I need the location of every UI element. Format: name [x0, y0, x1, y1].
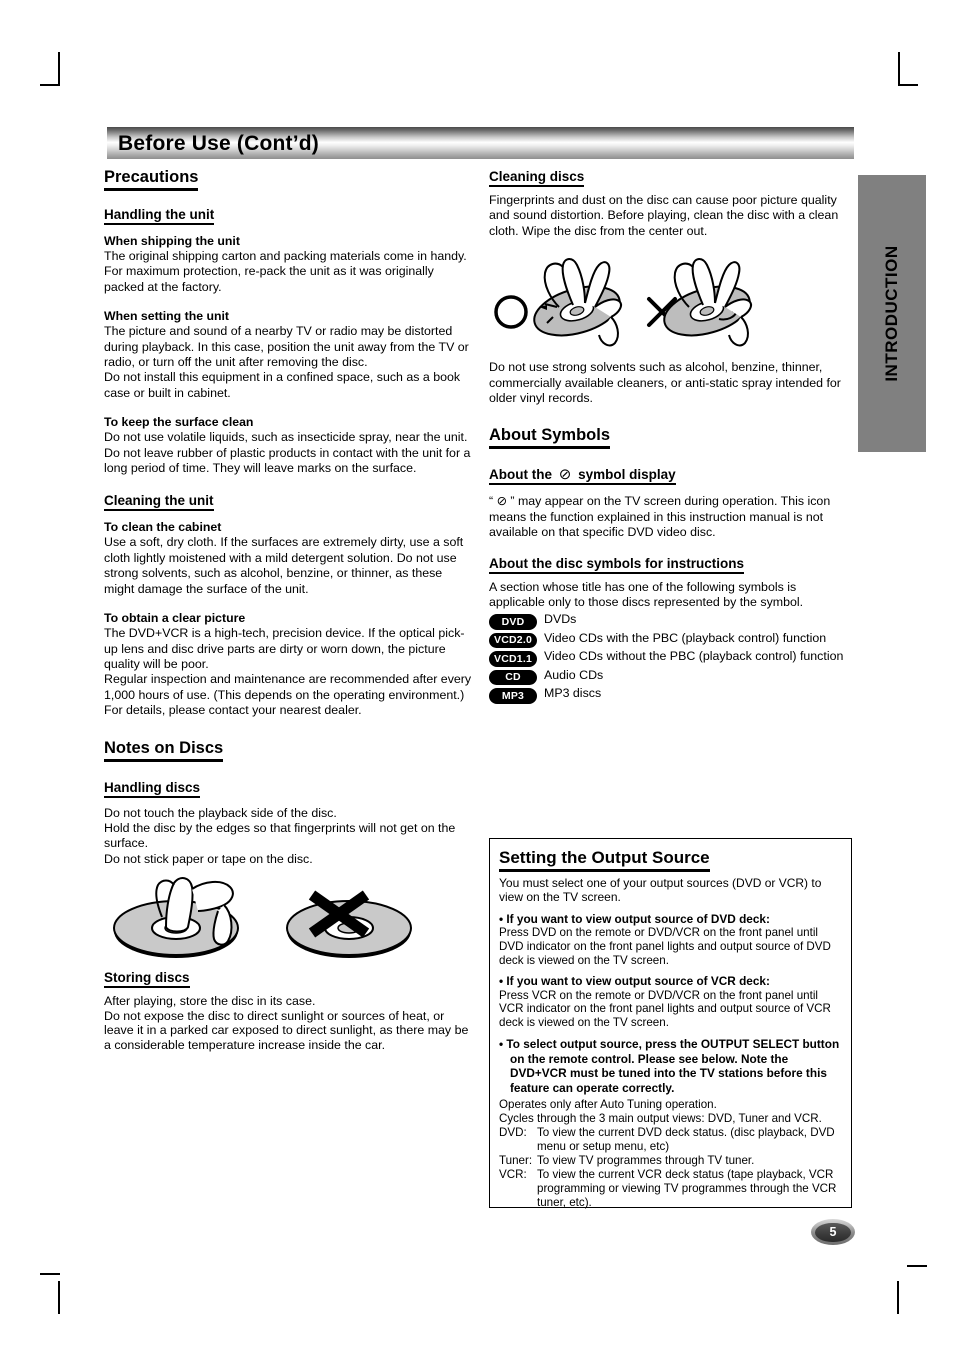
- badge-vcd11-icon: VCD1.1: [489, 651, 537, 667]
- illustration-cleaning-discs: [489, 257, 854, 352]
- disc-symbol-text: MP3 discs: [544, 686, 602, 701]
- heading-cleaning-discs: Cleaning discs: [489, 169, 585, 187]
- text-dvd-deck: Press DVD on the remote or DVD/VCR on th…: [499, 926, 831, 967]
- list-item: MP3 MP3 discs: [489, 686, 854, 704]
- heading-precautions: Precautions: [104, 168, 199, 191]
- list-item: DVD DVDs: [489, 612, 854, 630]
- bullet-vcr-deck-title: • If you want to view output source of V…: [499, 974, 770, 989]
- subsection-storing-discs: Storing discs: [104, 969, 474, 989]
- badge-vcd20-icon: VCD2.0: [489, 632, 537, 649]
- handling-discs-graphic: [113, 877, 412, 959]
- subsection-symbol-display: About the ⊘ symbol display: [489, 466, 854, 486]
- label-when-shipping-the-unit: When shipping the unit: [104, 234, 240, 248]
- text-symbol-display: “ ⊘ ” may appear on the TV screen during…: [489, 494, 831, 540]
- definition-dvd: DVD: To view the current DVD deck status…: [499, 1126, 842, 1154]
- output-source-box: Setting the Output Source You must selec…: [489, 838, 852, 1210]
- crop-mark-bottom-left-vertical: [58, 1281, 60, 1314]
- page-number-value: 5: [815, 1222, 851, 1242]
- label-to-clean-the-cabinet: To clean the cabinet: [104, 520, 222, 535]
- subsection-cleaning-discs: Cleaning discs: [489, 168, 854, 187]
- list-item: VCD1.1 Video CDs without the PBC (playba…: [489, 649, 854, 667]
- text-to-keep-the-surface-clean: Do not use volatile liquids, such as ins…: [104, 430, 471, 476]
- definition-value: To view the current DVD deck status. (di…: [537, 1125, 835, 1153]
- crop-mark-top-left-horizontal: [40, 84, 60, 86]
- definition-value: To view TV programmes through TV tuner.: [537, 1153, 755, 1167]
- heading-handling-discs: Handling discs: [104, 780, 201, 798]
- text-when-setting-the-unit-2: Do not install this equipment in a confi…: [104, 370, 461, 400]
- definition-tuner: Tuner: To view TV programmes through TV …: [499, 1154, 842, 1168]
- illustration-handling-discs: [104, 873, 474, 965]
- text-vcr-deck: Press VCR on the remote or DVD/VCR on th…: [499, 988, 831, 1030]
- crop-mark-top-right-horizontal: [898, 84, 918, 86]
- disc-symbol-text: Video CDs with the PBC (playback control…: [544, 630, 827, 645]
- disc-symbol-list: DVD DVDs VCD2.0 Video CDs with the PBC (…: [489, 612, 854, 704]
- text-to-obtain-a-clear-picture-2: Regular inspection and maintenance are r…: [104, 672, 472, 702]
- subsection-handling-the-unit: Handling the unit: [104, 206, 474, 225]
- text-cleaning-discs-2: Do not use strong solvents such as alcoh…: [489, 360, 841, 406]
- definition-key: VCR:: [499, 1167, 527, 1181]
- badge-cd-icon: CD: [489, 669, 537, 686]
- heading-notes-on-discs: Notes on Discs: [104, 739, 224, 762]
- label-to-keep-the-surface-clean: To keep the surface clean: [104, 415, 254, 430]
- section-about-symbols: About Symbols: [489, 426, 854, 452]
- section-precautions: Precautions: [104, 168, 474, 194]
- left-column: Precautions Handling the unit When shipp…: [104, 168, 474, 1053]
- text-cleaning-discs: Fingerprints and dust on the disc can ca…: [489, 193, 839, 238]
- subsection-handling-discs: Handling discs: [104, 779, 474, 798]
- text-handling-discs: Do not touch the playback side of the di…: [104, 805, 456, 866]
- subsection-cleaning-the-unit: Cleaning the unit: [104, 492, 474, 512]
- disc-symbol-text: Audio CDs: [544, 667, 604, 682]
- crop-mark-bottom-left-horizontal: [40, 1273, 60, 1275]
- text-storing-discs: After playing, store the disc in its cas…: [104, 994, 469, 1052]
- manual-page: Before Use (Cont’d) INTRODUCTION Precaut…: [0, 0, 954, 1351]
- section-tab-label: INTRODUCTION: [882, 245, 901, 382]
- heading-symbol-display: About the ⊘ symbol display: [489, 466, 676, 486]
- crop-mark-bottom-right-vertical: [897, 1281, 899, 1314]
- disc-symbol-text: DVDs: [544, 612, 577, 627]
- bullet-output-select-title: • To select output source, press the OUT…: [499, 1037, 840, 1095]
- crop-mark-bottom-right-horizontal: [907, 1265, 927, 1267]
- prohibition-icon: ⊘: [558, 466, 572, 484]
- heading-setting-output-source: Setting the Output Source: [499, 847, 710, 872]
- page-title: Before Use (Cont’d): [118, 132, 319, 155]
- heading-about-symbols: About Symbols: [489, 426, 611, 450]
- definition-key: Tuner:: [499, 1153, 533, 1167]
- crop-mark-top-left-vertical: [58, 52, 60, 85]
- page-number-badge: 5: [811, 1219, 855, 1245]
- text-to-obtain-a-clear-picture-3: For details, please contact your nearest…: [104, 703, 362, 718]
- text-disc-symbols-intro: A section whose title has one of the fol…: [489, 579, 804, 610]
- cleaning-discs-graphic: [494, 258, 752, 347]
- heading-storing-discs: Storing discs: [104, 970, 190, 989]
- text-to-clean-the-cabinet: Use a soft, dry cloth. If the surfaces a…: [104, 535, 464, 596]
- badge-mp3-icon: MP3: [489, 688, 537, 704]
- crop-mark-top-right-vertical: [898, 52, 900, 85]
- text-when-setting-the-unit: The picture and sound of a nearby TV or …: [104, 324, 469, 370]
- heading-handling-the-unit: Handling the unit: [104, 207, 215, 225]
- label-to-obtain-a-clear-picture: To obtain a clear picture: [104, 611, 246, 626]
- badge-dvd-icon: DVD: [489, 614, 537, 630]
- label-when-setting-the-unit: When setting the unit: [104, 309, 230, 324]
- list-item: CD Audio CDs: [489, 668, 854, 686]
- text-when-shipping-the-unit: The original shipping carton and packing…: [104, 249, 467, 294]
- heading-symbol-display-suffix: symbol display: [578, 467, 676, 483]
- text-output-source-intro: You must select one of your output sourc…: [499, 876, 822, 905]
- heading-cleaning-the-unit: Cleaning the unit: [104, 493, 214, 512]
- definition-value: To view the current VCR deck status (tap…: [537, 1167, 837, 1209]
- text-output-note-2: Cycles through the 3 main output views: …: [499, 1112, 822, 1126]
- right-column: Cleaning discs Fingerprints and dust on …: [489, 168, 854, 705]
- section-notes-on-discs: Notes on Discs: [104, 739, 474, 765]
- subsection-disc-symbols: About the disc symbols for instructions: [489, 555, 854, 574]
- definition-vcr: VCR: To view the current VCR deck status…: [499, 1168, 842, 1210]
- heading-disc-symbols: About the disc symbols for instructions: [489, 556, 745, 574]
- text-to-obtain-a-clear-picture: The DVD+VCR is a high-tech, precision de…: [104, 626, 465, 671]
- list-item: VCD2.0 Video CDs with the PBC (playback …: [489, 631, 854, 649]
- bullet-dvd-deck-title: • If you want to view output source of D…: [499, 911, 770, 926]
- disc-symbol-text: Video CDs without the PBC (playback cont…: [544, 649, 844, 664]
- heading-symbol-display-prefix: About the: [489, 467, 552, 483]
- text-output-note-1: Operates only after Auto Tuning operatio…: [499, 1098, 717, 1112]
- definition-key: DVD:: [499, 1125, 527, 1139]
